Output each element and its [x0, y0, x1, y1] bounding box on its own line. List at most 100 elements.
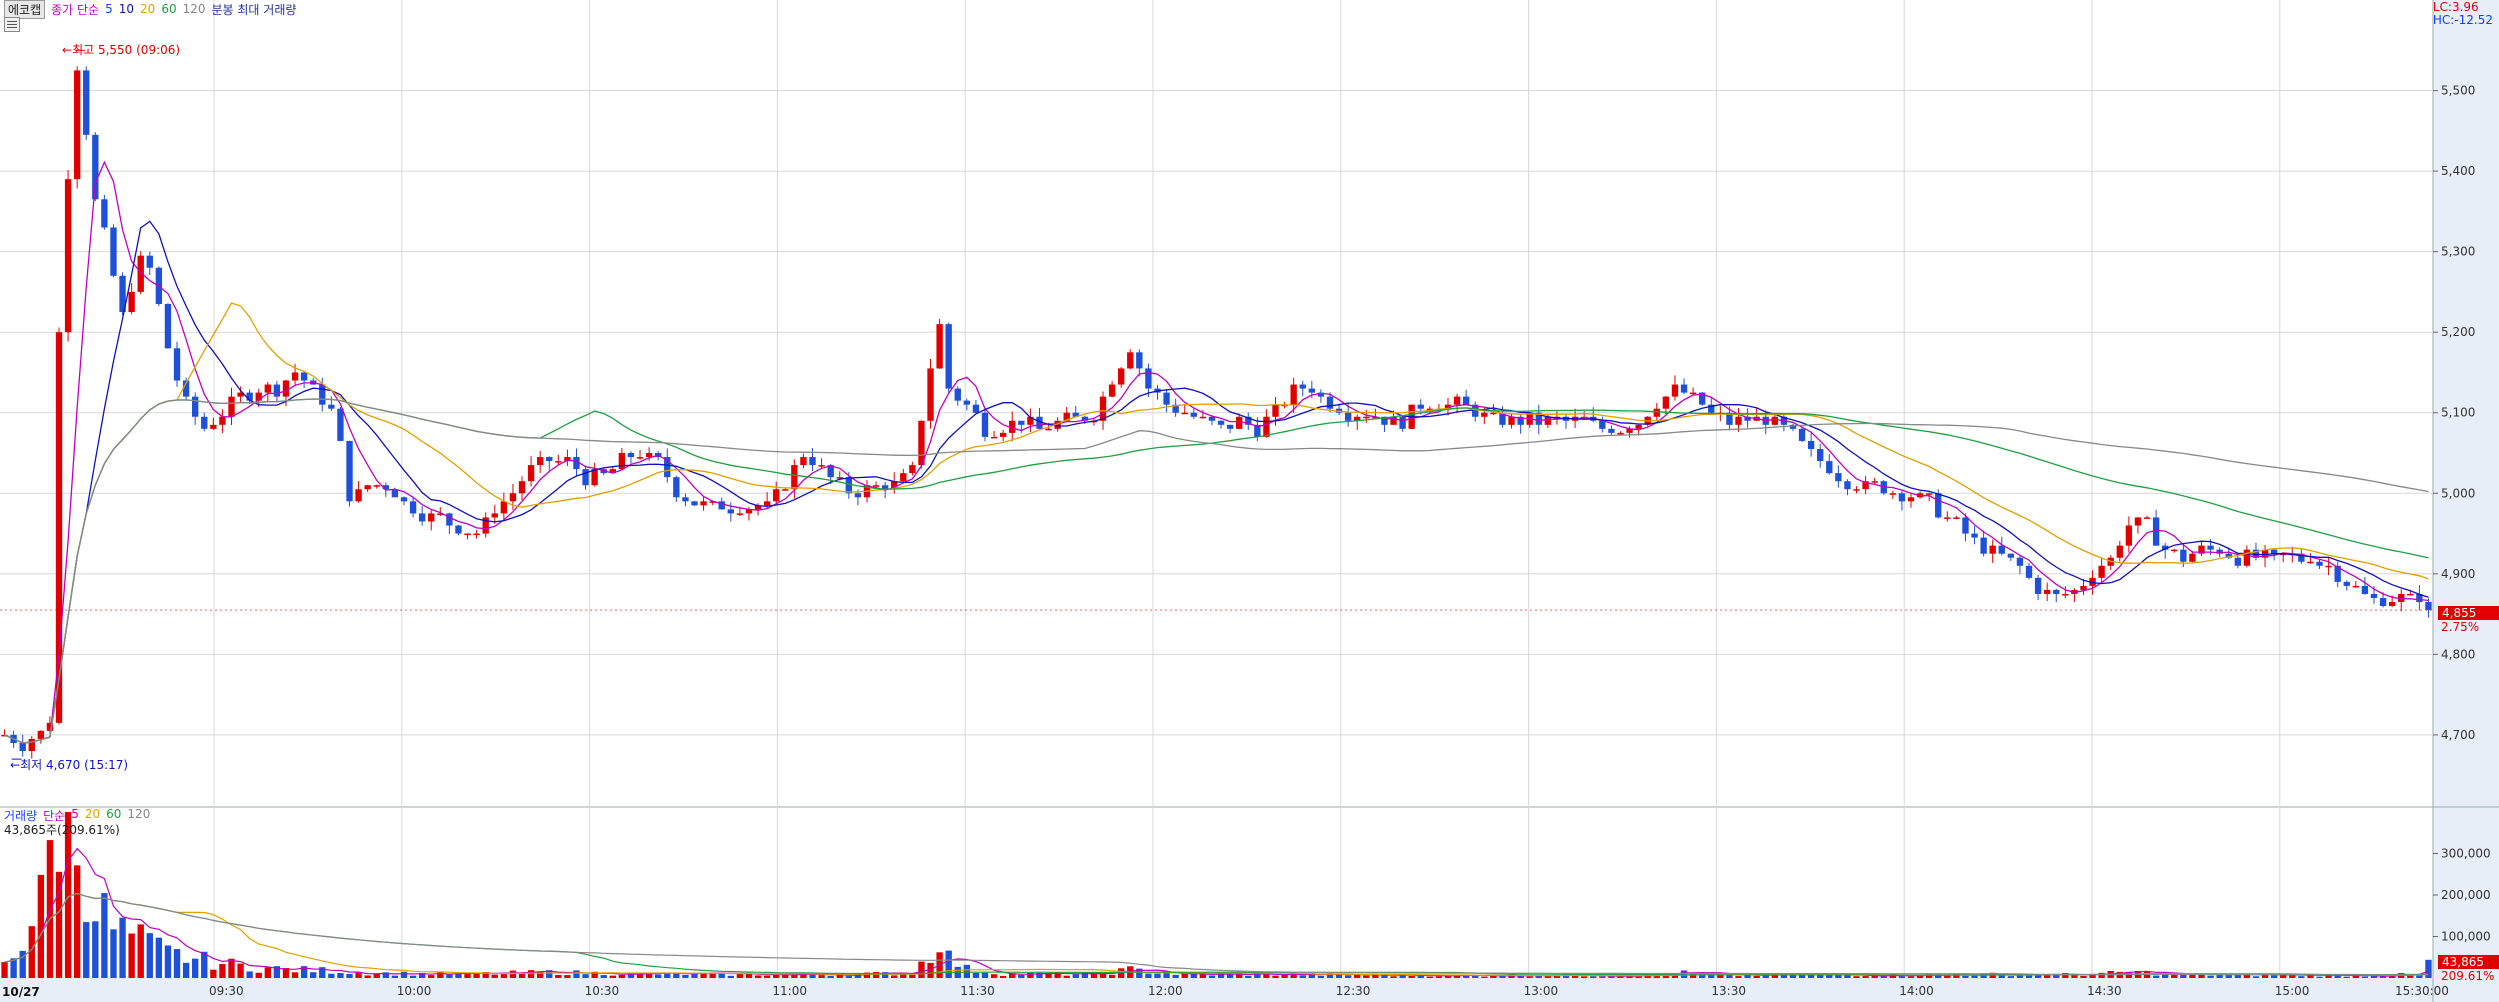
candle-body — [1308, 388, 1316, 393]
volume-bar — [101, 893, 108, 978]
volume-bar — [945, 950, 952, 978]
price-tick-label: 5,000 — [2441, 486, 2475, 500]
candle-body — [773, 489, 780, 502]
volume-bar — [1490, 975, 1497, 978]
candle-body — [1671, 384, 1679, 397]
minute-chart[interactable]: 4,700 4,800 4,900 5,000 5,100 5,200 5,300 5,400… — [0, 0, 2499, 1002]
candle-body — [2207, 545, 2214, 550]
volume-bar — [1898, 976, 1906, 978]
volume-bar — [1544, 976, 1552, 978]
stock-name[interactable]: 에코캡 — [4, 0, 46, 19]
volume-bar — [2171, 974, 2178, 978]
candle-body — [1971, 533, 1978, 538]
time-tick-label: 10:30 — [585, 984, 620, 998]
candle-body — [337, 408, 344, 441]
candle-body — [1680, 384, 1688, 393]
candle-body — [192, 396, 199, 417]
ma-type-label: 종가 단순 — [51, 2, 100, 17]
volume-bar — [1862, 976, 1869, 978]
candle-body — [1835, 473, 1842, 482]
volume-bar — [2189, 974, 2196, 978]
candle-body — [1817, 448, 1824, 462]
ma120-label: 120 — [182, 2, 206, 16]
candle-body — [972, 404, 980, 413]
menu-icon[interactable] — [4, 17, 20, 32]
volume-bar — [219, 964, 226, 978]
volume-bar — [446, 974, 453, 978]
chart-canvas[interactable]: 4,700 4,800 4,900 5,000 5,100 5,200 5,300 5,400… — [0, 0, 2499, 1002]
volume-bar — [1735, 976, 1742, 978]
candle-body — [1989, 545, 1996, 554]
candle-body — [1045, 428, 1052, 431]
volume-bar — [201, 951, 208, 978]
candle-body — [2134, 517, 2142, 526]
volume-bar — [972, 972, 980, 978]
candle-body — [1490, 412, 1497, 415]
volume-bar — [1317, 975, 1325, 978]
candle-body — [591, 469, 598, 486]
volume-bar — [555, 975, 562, 978]
date-label: 10/27 — [2, 985, 40, 999]
candle-body — [2080, 585, 2087, 590]
volume-bar — [1063, 975, 1070, 978]
volume-bar — [1590, 976, 1597, 978]
volume-bar — [255, 972, 262, 978]
candle-body — [800, 457, 807, 466]
volume-bar — [809, 974, 816, 978]
candle-body — [101, 199, 108, 228]
volume-ma120-label: 120 — [127, 807, 151, 821]
time-tick-label: 11:30 — [960, 984, 995, 998]
candle-body — [1117, 368, 1125, 385]
candle-body — [1344, 412, 1352, 421]
volume-tick-label: 200,000 — [2441, 888, 2491, 902]
volume-bar — [337, 973, 344, 978]
current-price-pct: 2.75% — [2441, 620, 2480, 634]
candle-body — [1907, 497, 1915, 502]
candle-body — [1798, 428, 1806, 441]
candle-body — [791, 465, 798, 490]
candle-body — [2343, 581, 2350, 586]
volume-bar — [509, 970, 517, 978]
candle-body — [228, 396, 235, 417]
candle-body — [364, 485, 371, 490]
volume-bar — [1880, 976, 1887, 978]
volume-bar — [918, 961, 925, 978]
volume-bar — [1599, 976, 1606, 978]
candle-body — [173, 348, 181, 381]
candle-body — [1944, 517, 1951, 519]
candle-body — [845, 477, 853, 494]
volume-bar — [328, 973, 335, 978]
volume-bar — [1299, 975, 1306, 978]
volume-bar — [264, 967, 271, 978]
ma20-label: 20 — [140, 2, 156, 16]
volume-bar — [119, 917, 126, 978]
volume-bar — [872, 971, 880, 978]
volume-bar — [600, 975, 607, 978]
volume-bar — [818, 975, 825, 978]
candle-body — [2043, 589, 2051, 594]
volume-bar — [573, 970, 580, 978]
candle-body — [2034, 577, 2042, 594]
volume-tick-label: 300,000 — [2441, 847, 2491, 861]
volume-bar — [1390, 976, 1397, 978]
candle-body — [2316, 561, 2323, 566]
candle-body — [2352, 585, 2360, 588]
candle-body — [700, 501, 707, 506]
candle-body — [1326, 396, 1334, 409]
candle-body — [1889, 493, 1897, 495]
candle-body — [2307, 561, 2314, 564]
volume-bar — [2007, 976, 2015, 978]
candle-body — [2361, 585, 2369, 594]
ma10-label: 10 — [118, 2, 135, 16]
volume-bar — [237, 963, 244, 978]
candle-body — [110, 227, 117, 276]
volume-bar — [1962, 975, 1969, 978]
candle-body — [1807, 440, 1815, 449]
arrow-left-icon: ← — [62, 43, 73, 57]
candle-body — [2053, 589, 2060, 594]
current-volume-pct: 209.61% — [2441, 969, 2495, 983]
candle-body — [963, 400, 971, 405]
candle-body — [673, 477, 680, 498]
candle-body — [1925, 493, 1933, 495]
candle-body — [1826, 461, 1833, 474]
